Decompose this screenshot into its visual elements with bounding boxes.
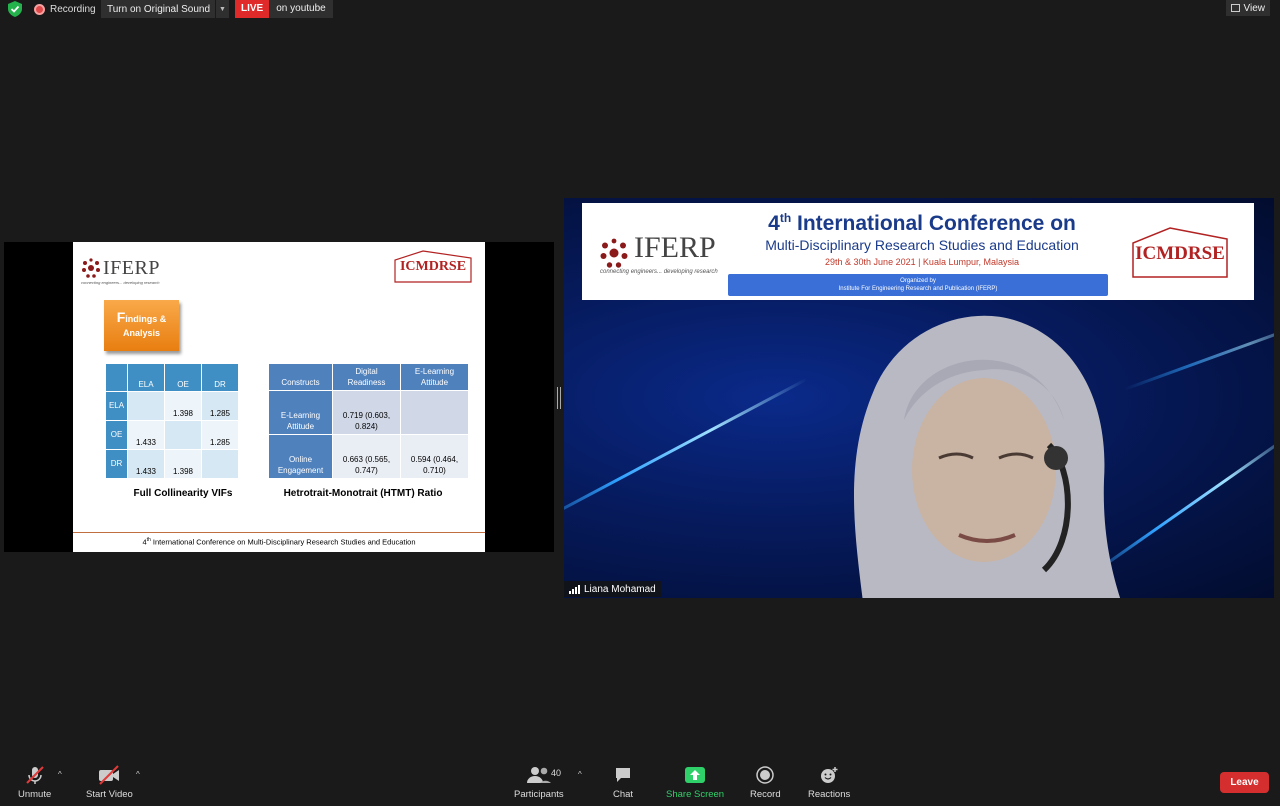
reactions-label: Reactions [808, 789, 851, 800]
iferp-dots-icon [82, 258, 100, 278]
virtual-background-banner: IFERP connecting engineers... developing… [582, 203, 1254, 300]
live-badge: LIVE [235, 0, 270, 18]
banner-iferp-logo: IFERP connecting engineers... developing… [596, 231, 718, 276]
banner-dates-location: 29th & 30th June 2021 | Kuala Lumpur, Ma… [825, 257, 1019, 267]
view-button[interactable]: View [1225, 0, 1270, 16]
findings-title-line1: Findings & [116, 309, 167, 325]
chat-label: Chat [613, 789, 634, 800]
chat-bubble-icon [614, 764, 632, 786]
htmt-caption: Hetrotrait-Monotrait (HTMT) Ratio [283, 488, 443, 499]
iferp-dots-icon [600, 238, 628, 268]
shared-screen-tile[interactable]: IFERP connecting engineers... developing… [4, 242, 554, 552]
table-row: DR 1.433 1.398 [105, 449, 239, 479]
table-row: E-Learning Attitude 0.719 (0.603, 0.824) [268, 390, 469, 435]
speaker-silhouette [854, 315, 1121, 598]
start-video-label: Start Video [86, 789, 133, 800]
icmdrse-logo: ICMDRSE [393, 248, 473, 286]
share-screen-button[interactable]: Share Screen [666, 764, 724, 800]
banner-iferp-wordmark: IFERP [634, 231, 716, 264]
speaker-video-tile[interactable]: IFERP connecting engineers... developing… [564, 198, 1274, 598]
background-light-streak [1123, 319, 1274, 391]
background-light-streak [564, 377, 808, 531]
original-sound-label: Turn on Original Sound [107, 3, 211, 15]
banner-icmdrse-logo: ICMDRSE [1130, 225, 1230, 283]
unmute-label: Unmute [18, 789, 52, 800]
share-screen-arrow-icon [685, 764, 706, 786]
banner-iferp-tagline: connecting engineers... developing resea… [600, 269, 718, 275]
findings-analysis-box: Findings & Analysis [104, 300, 179, 351]
share-screen-label: Share Screen [666, 789, 725, 800]
participants-label: Participants [514, 789, 564, 800]
vif-header-row: ELA OE DR [105, 363, 239, 392]
banner-title-block: 4th International Conference on Multi-Di… [732, 211, 1112, 267]
connection-signal-icon [569, 584, 580, 594]
meeting-toolbar: Unmute ^ Start Video ^ Participants 40 ^… [0, 756, 1280, 806]
leave-button[interactable]: Leave [1220, 772, 1269, 793]
record-button[interactable]: Record [750, 764, 781, 800]
live-stream-indicator[interactable]: LIVE on youtube [235, 0, 333, 18]
view-label: View [1243, 2, 1266, 14]
original-sound-button[interactable]: Turn on Original Sound ▼ [101, 0, 229, 18]
audio-options-chevron-icon[interactable]: ^ [58, 770, 62, 779]
htmt-header-row: Constructs Digital Readiness E-Learning … [268, 363, 469, 391]
icmdrse-wordmark: ICMDRSE [399, 259, 467, 274]
participants-icon [526, 764, 551, 786]
participants-count: 40 [551, 768, 562, 778]
recording-label: Recording [50, 3, 96, 15]
table-row: Online Engagement 0.663 (0.565, 0.747) 0… [268, 434, 469, 479]
chat-button[interactable]: Chat [613, 764, 633, 800]
table-row: ELA 1.398 1.285 [105, 391, 239, 421]
start-video-button[interactable]: Start Video [86, 764, 133, 800]
split-view-drag-handle[interactable] [557, 387, 561, 409]
participant-name-tag: Liana Mohamad [564, 581, 661, 597]
chevron-down-icon[interactable]: ▼ [215, 0, 229, 18]
participants-options-chevron-icon[interactable]: ^ [578, 770, 582, 779]
record-label: Record [750, 789, 781, 800]
reactions-button[interactable]: Reactions [808, 764, 850, 800]
security-shield-icon[interactable] [8, 1, 22, 17]
live-destination: on youtube [269, 0, 333, 18]
unmute-button[interactable]: Unmute [18, 764, 51, 800]
record-icon [756, 764, 775, 786]
recording-dot-icon [34, 3, 45, 15]
banner-icmdrse-wordmark: ICMDRSE [1135, 243, 1225, 264]
organizer-name: Institute For Engineering Research and P… [838, 286, 998, 292]
smiley-add-icon [819, 764, 839, 786]
microphone-muted-icon [25, 764, 45, 786]
video-options-chevron-icon[interactable]: ^ [136, 770, 140, 779]
iferp-logo: IFERP connecting engineers... developing… [79, 256, 160, 286]
slide-footer: 4th International Conference on Multi-Di… [73, 531, 485, 546]
recording-indicator[interactable]: Recording [34, 0, 96, 18]
banner-title: 4th International Conference on [768, 211, 1076, 235]
vif-table: ELA OE DR ELA 1.398 1.285 OE 1.433 1.285… [105, 363, 239, 479]
participant-name: Liana Mohamad [584, 583, 656, 595]
organized-by-label: Organized by [900, 278, 936, 284]
meeting-top-bar: Recording Turn on Original Sound ▼ LIVE … [0, 0, 1280, 20]
iferp-wordmark: IFERP [103, 256, 160, 279]
vif-caption: Full Collinearity VIFs [133, 488, 233, 499]
presentation-slide: IFERP connecting engineers... developing… [73, 242, 485, 552]
banner-subtitle: Multi-Disciplinary Research Studies and … [765, 237, 1079, 253]
banner-organizer-bar: Organized by Institute For Engineering R… [728, 274, 1108, 296]
video-camera-off-icon [98, 764, 120, 786]
iferp-tagline: connecting engineers... developing resea… [81, 280, 160, 285]
table-row: OE 1.433 1.285 [105, 420, 239, 450]
htmt-table: Constructs Digital Readiness E-Learning … [268, 363, 469, 479]
grid-view-icon [1230, 4, 1240, 12]
findings-title-line2: Analysis [122, 328, 161, 338]
